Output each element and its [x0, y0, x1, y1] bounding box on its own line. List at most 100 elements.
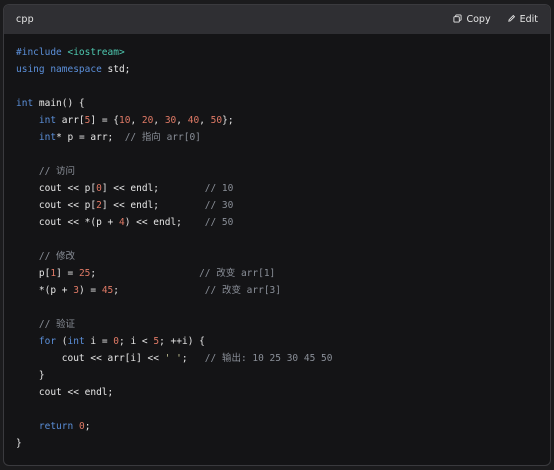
code-line: // 修改 [16, 248, 550, 265]
code-token: cout << arr[i] << [16, 353, 165, 364]
code-line: *(p + 3) = 45; // 改变 arr[3] [16, 282, 550, 299]
code-token: ) = [78, 285, 102, 296]
code-token: std; [101, 64, 131, 75]
code-token: ; [90, 268, 200, 279]
code-token: }; [222, 115, 234, 126]
code-token: // 修改 [38, 251, 76, 262]
code-token: int [38, 132, 57, 143]
code-line: cout << p[2] << endl; // 30 [16, 197, 550, 214]
code-block: cpp Copy Edit #include <iostream> using … [3, 4, 551, 466]
code-token: ) << endl; [124, 217, 205, 228]
code-token: 10 [119, 115, 131, 126]
code-token: cout << *(p + [16, 217, 119, 228]
code-token: int [67, 336, 85, 347]
code-line: } [16, 435, 550, 452]
copy-label: Copy [466, 14, 491, 25]
code-token: *(p + [16, 285, 74, 296]
code-line: using namespace std; [16, 61, 550, 78]
code-token: } [16, 438, 22, 449]
edit-label: Edit [519, 14, 538, 25]
code-token: ( [56, 336, 68, 347]
code-token: 40 [187, 115, 200, 126]
code-token: int [16, 98, 34, 109]
code-token: , [176, 115, 188, 126]
copy-icon [453, 13, 463, 26]
code-content: #include <iostream> using namespace std; i… [4, 34, 550, 465]
code-token: ] = { [90, 115, 120, 126]
code-token: 45 [101, 285, 114, 296]
code-line: cout << p[0] << endl; // 10 [16, 180, 550, 197]
code-token: // 改变 arr[3] [204, 285, 281, 296]
code-token: 30 [164, 115, 177, 126]
code-token: // 30 [204, 200, 234, 211]
pencil-icon [507, 14, 516, 26]
code-actions: Copy Edit [453, 13, 538, 26]
code-token: 20 [141, 115, 154, 126]
code-token: // 输出: 10 25 30 45 50 [204, 353, 333, 364]
code-token: for [38, 336, 57, 347]
code-token: ] << endl; [101, 200, 205, 211]
code-token: 50 [210, 115, 223, 126]
code-token: cout << endl; [16, 387, 114, 398]
code-token: ] << endl; [101, 183, 205, 194]
code-token: // 10 [204, 183, 234, 194]
code-line: cout << endl; [16, 384, 550, 401]
code-line: cout << *(p + 4) << endl; // 50 [16, 214, 550, 231]
code-token: ' ' [164, 353, 182, 364]
code-token: cout << p[ [16, 200, 97, 211]
code-line: int arr[5] = {10, 20, 30, 40, 50}; [16, 112, 550, 129]
code-token: // 验证 [38, 319, 76, 330]
code-token: ; [113, 285, 205, 296]
code-line: for (int i = 0; i < 5; ++i) { [16, 333, 550, 350]
code-token: , [153, 115, 165, 126]
code-token: ; [84, 421, 91, 432]
code-line: p[1] = 25; // 改变 arr[1] [16, 265, 550, 282]
code-line: return 0; [16, 418, 550, 435]
code-token: ; i < [119, 336, 154, 347]
code-token: , [130, 115, 142, 126]
code-token: } [16, 370, 45, 381]
code-line: } [16, 367, 550, 384]
code-token: // 50 [204, 217, 234, 228]
code-token: 25 [78, 268, 91, 279]
language-label: cpp [16, 14, 34, 25]
code-line: int main() { [16, 95, 550, 112]
code-line: // 验证 [16, 316, 550, 333]
code-token: return [38, 421, 74, 432]
code-token: cout << p[ [16, 183, 97, 194]
code-token: // 访问 [38, 166, 76, 177]
code-token: int [38, 115, 57, 126]
code-token: i = [84, 336, 114, 347]
code-token: // 指向 arr[0] [124, 132, 201, 143]
code-token: * p = arr; [56, 132, 125, 143]
code-token: using namespace [16, 64, 102, 75]
code-token: ] = [56, 268, 79, 279]
code-token: , [199, 115, 211, 126]
edit-button[interactable]: Edit [507, 14, 538, 26]
code-token: // 改变 arr[1] [199, 268, 276, 279]
code-token: <iostream> [67, 47, 125, 58]
code-token: main() { [33, 98, 85, 109]
code-token: p[ [16, 268, 51, 279]
code-token: arr[ [56, 115, 85, 126]
code-line: cout << arr[i] << ' '; // 输出: 10 25 30 4… [16, 350, 550, 367]
code-block-header: cpp Copy Edit [4, 5, 550, 34]
code-token: #include [16, 47, 68, 58]
code-token: ; ++i) { [159, 336, 205, 347]
code-line: #include <iostream> [16, 44, 550, 61]
copy-button[interactable]: Copy [453, 13, 491, 26]
code-line: // 访问 [16, 163, 550, 180]
code-token: ; [181, 353, 205, 364]
